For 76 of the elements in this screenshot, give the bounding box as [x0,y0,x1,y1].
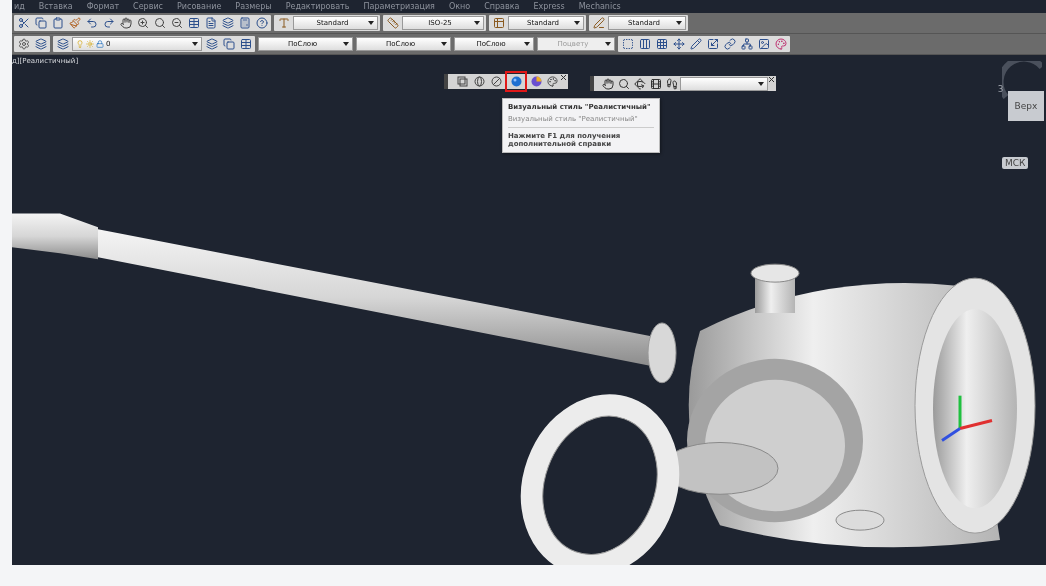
move-icon[interactable] [671,36,686,52]
menu-item[interactable]: Справка [484,1,520,12]
hand-icon[interactable] [118,15,133,31]
shaded-sphere-icon [530,76,542,87]
lock-icon [96,40,104,48]
table-icon[interactable] [186,15,201,31]
caret-icon [676,21,682,25]
grid-icon[interactable] [654,36,669,52]
menu-item[interactable]: Рисование [177,1,222,12]
orbit-icon[interactable] [632,76,647,91]
footprints-icon[interactable] [664,76,679,91]
caret-icon [343,42,349,46]
scale-icon[interactable] [705,36,720,52]
table-style-icon[interactable] [491,15,506,31]
menu-item[interactable]: Mechanics [578,1,621,12]
pencil-icon[interactable] [688,36,703,52]
caret-icon [758,81,764,86]
undo-icon[interactable] [84,15,99,31]
zoom-in-icon[interactable] [135,15,150,31]
layer-properties-icon[interactable] [55,36,70,52]
sun-icon [86,40,94,48]
caret-icon [524,42,530,46]
search-icon[interactable] [616,76,631,91]
network-icon[interactable] [739,36,754,52]
menu-item[interactable]: Вставка [38,1,73,12]
film-icon[interactable] [648,76,663,91]
ucs-menu[interactable]: МСК [1002,157,1029,169]
paintbrush-icon[interactable] [67,15,82,31]
close-icon[interactable] [561,75,566,80]
caret-icon [192,42,198,46]
viewcube[interactable]: Верх [1008,91,1044,121]
palette-icon[interactable] [773,36,788,52]
visual-style-button[interactable] [488,74,504,89]
close-icon[interactable] [769,77,774,82]
caret-icon [574,21,580,25]
sphere-icon [510,76,522,87]
layers-icon[interactable] [33,36,48,52]
compass-ring-icon [1002,61,1042,101]
caret-icon [605,42,611,46]
calculator-icon[interactable] [237,15,252,31]
caret-icon [441,42,447,46]
menu-item[interactable]: Формат [86,1,120,12]
menu-item[interactable]: Сервис [133,1,163,12]
image-icon[interactable] [756,36,771,52]
document-icon[interactable] [203,15,218,31]
caret-icon [368,21,374,25]
viewcube-west-label: З [998,85,1004,94]
axis-icon [941,395,993,442]
layers-icon[interactable] [220,15,235,31]
hand-icon[interactable] [600,76,615,91]
menu-item[interactable]: ид [14,1,25,12]
menu-item[interactable]: Express [533,1,565,12]
menu-item[interactable]: Параметризация [363,1,435,12]
style-manager-icon[interactable] [545,74,560,89]
gear-icon[interactable] [16,36,31,52]
menu-item[interactable]: Окно [448,1,471,12]
scissors-icon[interactable] [16,15,31,31]
link-icon[interactable] [722,36,737,52]
visual-style-button[interactable] [471,74,487,89]
search-icon[interactable] [152,15,167,31]
table-icon[interactable] [238,36,253,52]
copy-icon[interactable] [221,36,236,52]
help-icon[interactable] [254,15,269,31]
columns-icon[interactable] [637,36,652,52]
caret-icon [474,21,480,25]
menu-item[interactable]: Размеры [235,1,272,12]
ruler-icon[interactable] [385,15,400,31]
lightbulb-icon [76,40,84,48]
pen-icon[interactable] [591,15,606,31]
copy-icon[interactable] [33,15,48,31]
visual-style-button[interactable] [505,71,527,92]
zoom-out-icon[interactable] [169,15,184,31]
menu-item[interactable]: Редактировать [285,1,350,12]
redo-icon[interactable] [101,15,116,31]
layers-icon[interactable] [204,36,219,52]
clipboard-icon[interactable] [50,15,65,31]
